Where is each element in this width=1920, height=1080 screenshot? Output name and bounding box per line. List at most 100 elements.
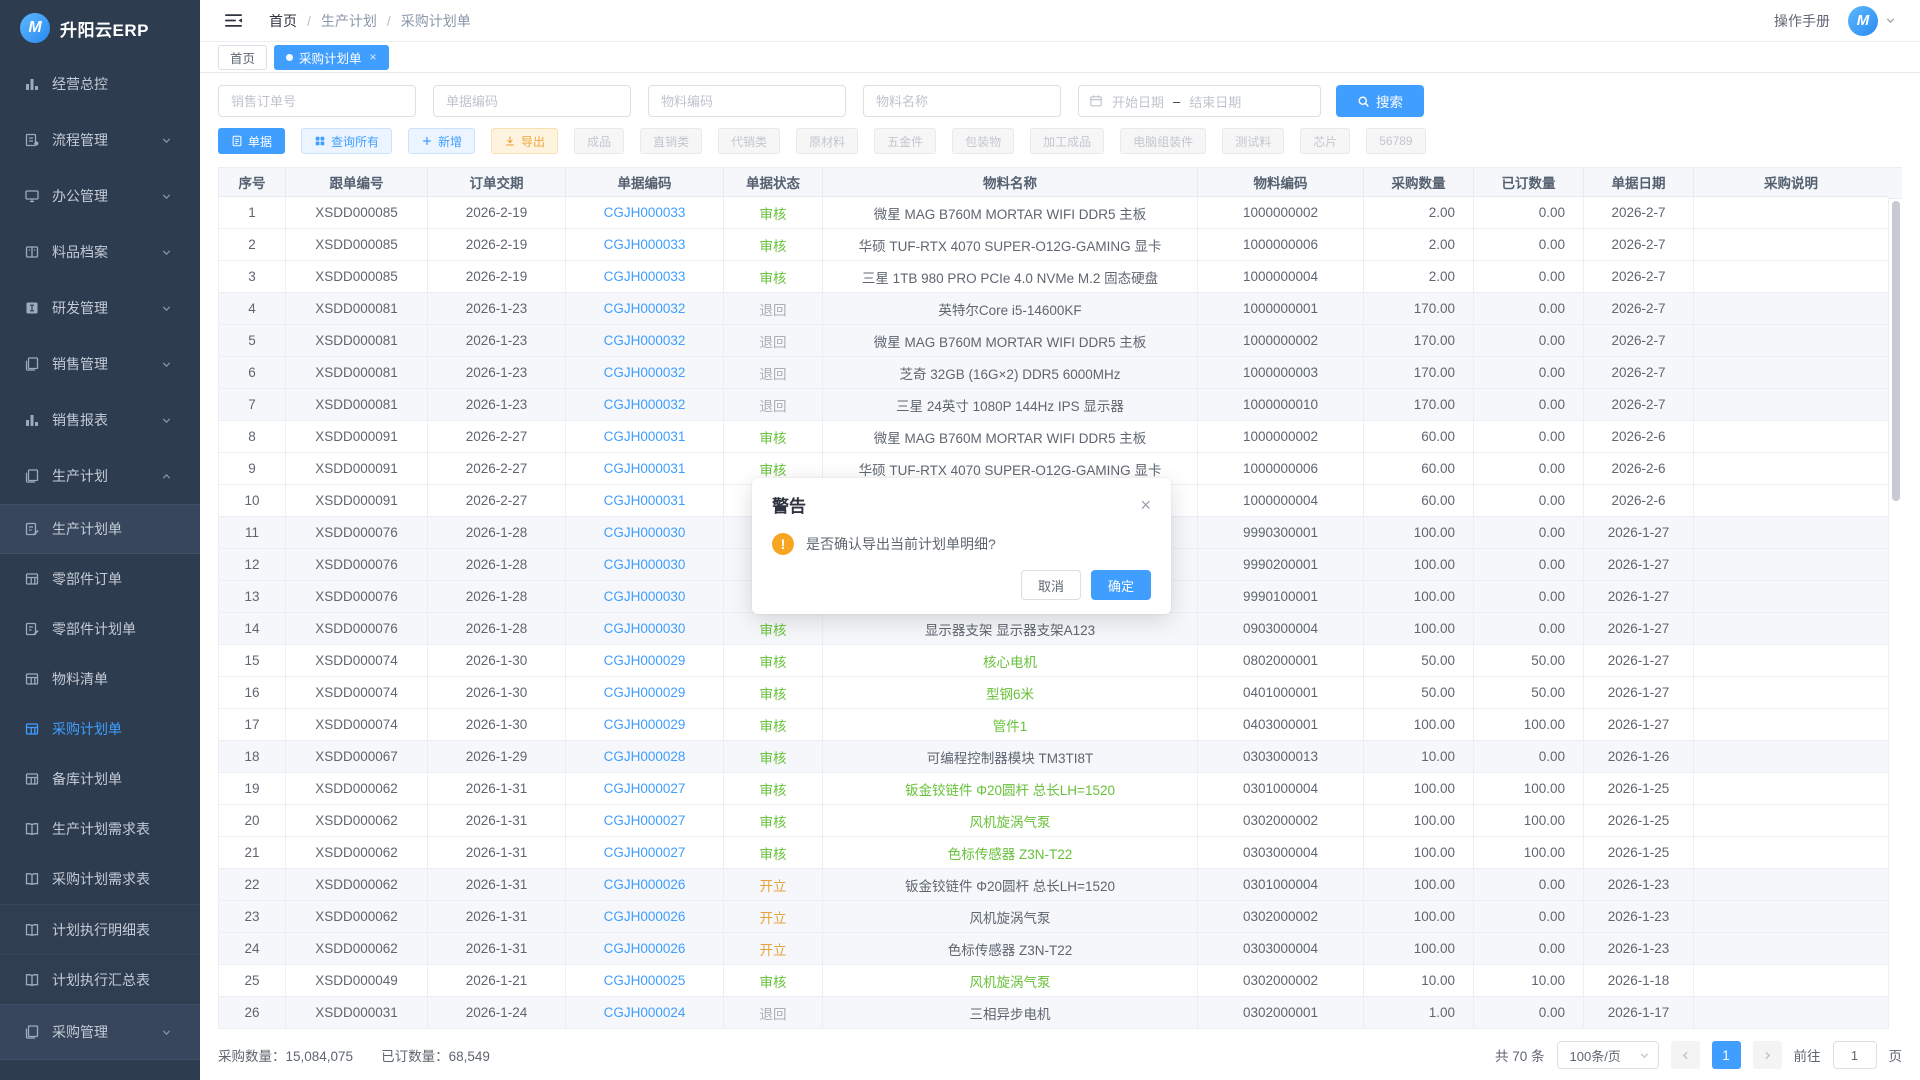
doc-code-link[interactable]: CGJH000028	[604, 749, 686, 764]
doc-code-link[interactable]: CGJH000027	[604, 781, 686, 796]
close-icon[interactable]: ×	[1140, 496, 1151, 514]
sidebar-item-purchase-plan-demand[interactable]: 采购计划需求表	[0, 854, 200, 904]
current-page-button[interactable]: 1	[1712, 1041, 1741, 1069]
table-cell: 2026-2-19	[428, 261, 566, 293]
filter-button[interactable]: 芯片	[1300, 128, 1350, 154]
chevron-down-icon[interactable]	[1885, 15, 1896, 26]
doc-code-link[interactable]: CGJH000029	[604, 685, 686, 700]
sidebar-item-sales-report[interactable]: 销售报表	[0, 392, 200, 448]
next-page-button[interactable]	[1753, 1041, 1782, 1069]
cell-value: 1000000002	[1243, 333, 1318, 348]
sidebar-item-purchase-plan-order[interactable]: 采购计划单	[0, 704, 200, 754]
warning-icon: !	[772, 533, 794, 555]
add-button[interactable]: 新增	[408, 128, 475, 154]
sidebar-item-purchase-mgmt[interactable]: 采购管理	[0, 1004, 200, 1060]
breadcrumb-item[interactable]: 生产计划	[321, 11, 377, 31]
search-input-doc-code[interactable]	[433, 85, 631, 117]
doc-code-link[interactable]: CGJH000026	[604, 909, 686, 924]
tab-home[interactable]: 首页	[218, 45, 267, 70]
doc-code-link[interactable]: CGJH000029	[604, 717, 686, 732]
sidebar-item-plan-exec-summary[interactable]: 计划执行汇总表	[0, 954, 200, 1004]
material-name: 风机旋涡气泵	[970, 975, 1051, 990]
confirm-button[interactable]: 确定	[1091, 570, 1151, 600]
doc-code-link[interactable]: CGJH000030	[604, 589, 686, 604]
sidebar-item-material-list[interactable]: 物料清单	[0, 654, 200, 704]
sidebar-item-production-plan[interactable]: 生产计划	[0, 448, 200, 504]
cancel-button[interactable]: 取消	[1021, 570, 1081, 600]
column-header: 跟单编号	[286, 168, 428, 197]
doc-code-link[interactable]: CGJH000032	[604, 397, 686, 412]
sidebar-item-plan-exec-detail[interactable]: 计划执行明细表	[0, 904, 200, 954]
sidebar-item-parts-order[interactable]: 零部件订单	[0, 554, 200, 604]
doc-code-link[interactable]: CGJH000024	[604, 1005, 686, 1020]
doc-code-link[interactable]: CGJH000032	[604, 365, 686, 380]
doc-code-link[interactable]: CGJH000029	[604, 653, 686, 668]
table-cell: 2026-1-27	[1584, 581, 1694, 613]
doc-code-link[interactable]: CGJH000030	[604, 557, 686, 572]
sidebar-item-stock-plan-order[interactable]: 备库计划单	[0, 754, 200, 804]
doc-code-link[interactable]: CGJH000030	[604, 621, 686, 636]
doc-code-link[interactable]: CGJH000027	[604, 845, 686, 860]
query-all-button[interactable]: 查询所有	[301, 128, 392, 154]
cell-value: XSDD000067	[315, 749, 398, 764]
search-input-sales-order-no[interactable]	[218, 85, 416, 117]
sidebar-item-rnd-mgmt[interactable]: 研发管理	[0, 280, 200, 336]
doc-code-link[interactable]: CGJH000031	[604, 461, 686, 476]
doc-code-link[interactable]: CGJH000033	[604, 269, 686, 284]
table-scrollbar[interactable]	[1892, 201, 1900, 501]
sidebar-item-office-mgmt[interactable]: 办公管理	[0, 168, 200, 224]
dialog-body: ! 是否确认导出当前计划单明细?	[772, 533, 1151, 555]
filter-button[interactable]: 56789	[1366, 128, 1425, 154]
cell-value: 2026-1-28	[466, 525, 528, 540]
doc-code-link[interactable]: CGJH000026	[604, 877, 686, 892]
filter-button[interactable]: 成品	[574, 128, 624, 154]
manual-link[interactable]: 操作手册	[1774, 11, 1830, 31]
doc-code-link[interactable]: CGJH000025	[604, 973, 686, 988]
search-button[interactable]: 搜索	[1336, 85, 1424, 117]
table-cell: XSDD000085	[286, 261, 428, 293]
doc-code-link[interactable]: CGJH000032	[604, 333, 686, 348]
doc-code-link[interactable]: CGJH000026	[604, 941, 686, 956]
filter-button[interactable]: 加工成品	[1030, 128, 1104, 154]
doc-code-link[interactable]: CGJH000030	[604, 525, 686, 540]
copy-doc-icon	[24, 1024, 40, 1040]
prev-page-button[interactable]	[1671, 1041, 1700, 1069]
goto-page-input[interactable]	[1833, 1041, 1877, 1069]
sidebar-item-parts-plan-order[interactable]: 零部件计划单	[0, 604, 200, 654]
date-range-picker[interactable]: 开始日期–结束日期	[1078, 85, 1321, 117]
search-input-material-code[interactable]	[648, 85, 846, 117]
tab-purchase-plan-order[interactable]: 采购计划单×	[274, 45, 389, 70]
doc-code-link[interactable]: CGJH000032	[604, 301, 686, 316]
sidebar-item-production-plan-demand[interactable]: 生产计划需求表	[0, 804, 200, 854]
document-button[interactable]: 单据	[218, 128, 285, 154]
filter-button[interactable]: 包装物	[952, 128, 1014, 154]
table-cell: 0.00	[1474, 517, 1584, 549]
filter-button[interactable]: 直销类	[640, 128, 702, 154]
sidebar-item-production-plan-order[interactable]: 生产计划单	[0, 504, 200, 554]
search-input-material-name[interactable]	[863, 85, 1061, 117]
filter-button[interactable]: 五金件	[874, 128, 936, 154]
close-tab-icon[interactable]: ×	[370, 50, 377, 64]
cell-value: 2026-1-31	[466, 877, 528, 892]
filter-button[interactable]: 测试料	[1222, 128, 1284, 154]
sidebar-item-sales-mgmt[interactable]: 销售管理	[0, 336, 200, 392]
doc-code-link[interactable]: CGJH000027	[604, 813, 686, 828]
sidebar-item-material-archive[interactable]: 料品档案	[0, 224, 200, 280]
table-row: 1XSDD0000852026-2-19CGJH000033审核微星 MAG B…	[219, 197, 1889, 229]
export-button[interactable]: 导出	[491, 128, 558, 154]
collapse-menu-icon[interactable]	[224, 12, 243, 29]
breadcrumb-item[interactable]: 首页	[269, 11, 297, 31]
filter-button[interactable]: 代销类	[718, 128, 780, 154]
sidebar-item-workshop-settings[interactable]: 车间设置	[0, 1060, 200, 1080]
page-size-select[interactable]: 100条/页	[1557, 1041, 1659, 1069]
filter-button[interactable]: 电脑组装件	[1120, 128, 1206, 154]
sidebar-item-process-mgmt[interactable]: 流程管理	[0, 112, 200, 168]
avatar[interactable]: M	[1848, 6, 1878, 36]
doc-code-link[interactable]: CGJH000031	[604, 493, 686, 508]
active-tab-dot	[286, 54, 293, 61]
sidebar-item-overview[interactable]: 经营总控	[0, 56, 200, 112]
doc-code-link[interactable]: CGJH000031	[604, 429, 686, 444]
doc-code-link[interactable]: CGJH000033	[604, 205, 686, 220]
doc-code-link[interactable]: CGJH000033	[604, 237, 686, 252]
filter-button[interactable]: 原材料	[796, 128, 858, 154]
